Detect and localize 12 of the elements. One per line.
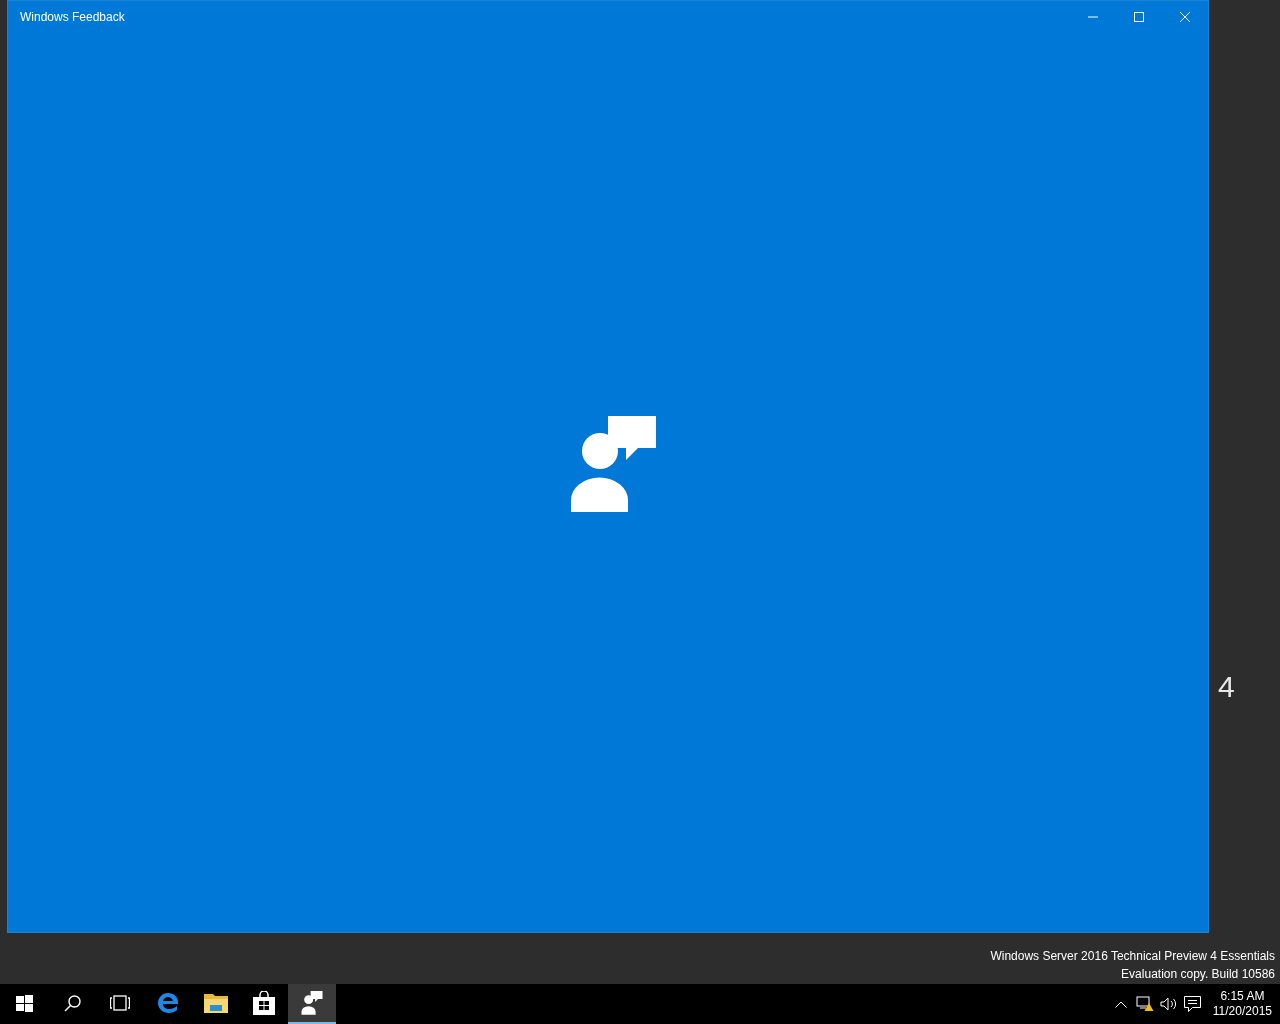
close-icon [1180,12,1190,22]
search-icon [63,994,81,1012]
feedback-person-icon [570,416,656,513]
edition-text: Evaluation copy. Build 10586 [1121,966,1275,983]
window-title: Windows Feedback [20,10,125,24]
task-view-icon [110,995,130,1011]
clock[interactable]: 6:15 AM 11/20/2015 [1204,984,1280,1024]
feedback-person-icon[interactable] [288,984,336,1024]
wallpaper-text: 4 [1218,670,1235,704]
maximize-icon [1134,12,1144,22]
edition-text: Windows Server 2016 Technical Preview 4 Essentials [990,948,1275,965]
windows-logo-icon [15,994,33,1012]
